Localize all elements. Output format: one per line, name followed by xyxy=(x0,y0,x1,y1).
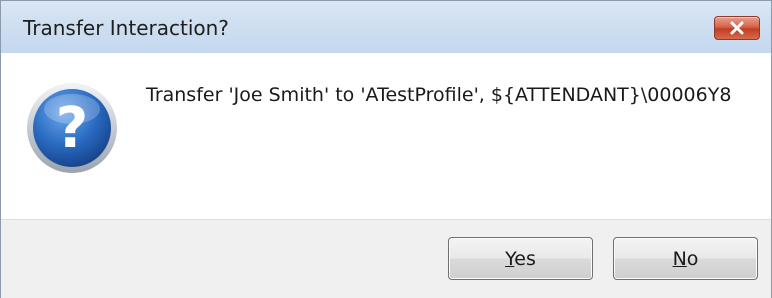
no-mnemonic: N xyxy=(672,248,687,270)
dialog-content: ? Transfer 'Joe Smith' to 'ATestProfile'… xyxy=(1,53,771,219)
close-button[interactable] xyxy=(714,16,760,40)
close-icon xyxy=(730,21,744,35)
title-bar[interactable]: Transfer Interaction? xyxy=(1,1,771,53)
no-button[interactable]: No xyxy=(613,237,758,280)
button-bar: Yes No xyxy=(1,219,771,298)
no-label-rest: o xyxy=(686,248,699,270)
yes-mnemonic: Y xyxy=(505,248,515,270)
question-icon: ? xyxy=(27,83,117,173)
yes-button[interactable]: Yes xyxy=(448,237,593,280)
svg-text:?: ? xyxy=(56,96,88,161)
dialog-message: Transfer 'Joe Smith' to 'ATestProfile', … xyxy=(146,84,732,106)
yes-label-rest: es xyxy=(514,248,536,270)
transfer-dialog: Transfer Interaction? ? Transfer 'Joe Sm… xyxy=(0,0,772,298)
dialog-title: Transfer Interaction? xyxy=(23,16,229,40)
